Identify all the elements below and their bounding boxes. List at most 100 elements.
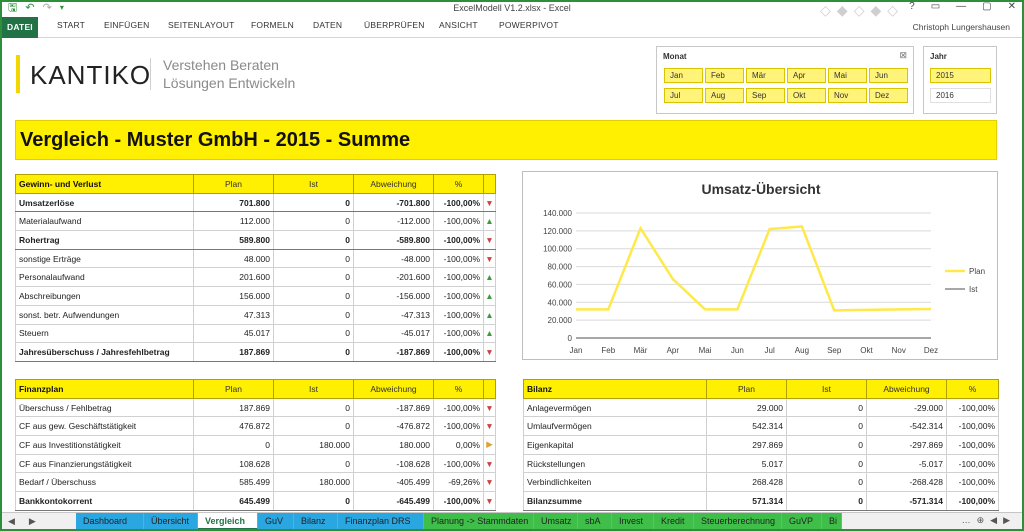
plan-cell[interactable]: 571.314 — [706, 491, 787, 511]
ist-cell[interactable]: 0 — [273, 397, 354, 418]
ist-cell[interactable]: 0 — [273, 453, 354, 474]
pct-cell[interactable]: -100,00% — [946, 491, 999, 511]
month-button-dez[interactable]: Dez — [869, 88, 908, 103]
row-label[interactable]: Bankkontokorrent — [15, 491, 194, 511]
plan-cell[interactable]: 297.869 — [706, 435, 787, 455]
row-label[interactable]: Umsatzerlöse — [15, 192, 194, 213]
pct-cell[interactable]: -100,00% — [433, 342, 484, 362]
plan-cell[interactable]: 476.872 — [193, 416, 274, 437]
plan-cell[interactable]: 585.499 — [193, 472, 274, 493]
plan-cell[interactable]: 542.314 — [706, 416, 787, 437]
ist-cell[interactable]: 0 — [273, 416, 354, 437]
pct-cell[interactable]: -69,26% — [433, 472, 484, 493]
sheet-tab[interactable]: Planung -> Stammdaten — [424, 513, 534, 530]
ist-cell[interactable]: 0 — [786, 491, 867, 511]
abweichung-cell[interactable]: -542.314 — [866, 416, 947, 437]
row-label[interactable]: sonst. betr. Aufwendungen — [15, 304, 194, 325]
ist-cell[interactable]: 0 — [273, 304, 354, 325]
abweichung-cell[interactable]: -156.000 — [353, 286, 434, 306]
tab-seitenlayout[interactable]: SEITENLAYOUT — [168, 20, 234, 30]
row-label[interactable]: Überschuss / Fehlbetrag — [15, 397, 194, 418]
tab-datei[interactable]: DATEI — [2, 17, 38, 38]
row-label[interactable]: Anlagevermögen — [523, 397, 707, 418]
pct-cell[interactable]: -100,00% — [433, 248, 484, 269]
abweichung-cell[interactable]: -268.428 — [866, 472, 947, 493]
month-button-feb[interactable]: Feb — [705, 68, 744, 83]
plan-cell[interactable]: 268.428 — [706, 472, 787, 493]
scroll-right-icon[interactable]: ▶ — [1003, 515, 1016, 525]
sheet-tab[interactable]: Vergleich — [198, 513, 258, 530]
pct-cell[interactable]: -100,00% — [946, 453, 999, 474]
pct-cell[interactable]: -100,00% — [433, 453, 484, 474]
abweichung-cell[interactable]: -297.869 — [866, 435, 947, 455]
plan-cell[interactable]: 108.628 — [193, 453, 274, 474]
month-button-apr[interactable]: Apr — [787, 68, 826, 83]
pct-cell[interactable]: -100,00% — [946, 472, 999, 493]
abweichung-cell[interactable]: -45.017 — [353, 323, 434, 344]
abweichung-cell[interactable]: -645.499 — [353, 491, 434, 511]
sheet-tab[interactable]: Kredit — [654, 513, 694, 530]
sheet-tab[interactable]: GuVP — [782, 513, 822, 530]
abweichung-cell[interactable]: -5.017 — [866, 453, 947, 474]
ist-cell[interactable]: 0 — [273, 267, 354, 288]
plan-cell[interactable]: 589.800 — [193, 230, 274, 250]
sheet-tab[interactable]: Dashboard — [76, 513, 144, 530]
abweichung-cell[interactable]: -48.000 — [353, 248, 434, 269]
ist-cell[interactable]: 0 — [273, 211, 354, 232]
pct-cell[interactable]: -100,00% — [433, 323, 484, 344]
tab-ueberpruefen[interactable]: ÜBERPRÜFEN — [364, 20, 425, 30]
tab-ansicht[interactable]: ANSICHT — [439, 20, 478, 30]
abweichung-cell[interactable]: -29.000 — [866, 397, 947, 418]
pct-cell[interactable]: 0,00% — [433, 435, 484, 455]
plan-cell[interactable]: 112.000 — [193, 211, 274, 232]
abweichung-cell[interactable]: -571.314 — [866, 491, 947, 511]
abweichung-cell[interactable]: -701.800 — [353, 192, 434, 213]
pct-cell[interactable]: -100,00% — [433, 286, 484, 306]
ist-cell[interactable]: 0 — [273, 192, 354, 213]
month-button-nov[interactable]: Nov — [828, 88, 867, 103]
tab-formeln[interactable]: FORMELN — [251, 20, 294, 30]
pct-cell[interactable]: -100,00% — [946, 435, 999, 455]
row-label[interactable]: Rohertrag — [15, 230, 194, 250]
pct-cell[interactable]: -100,00% — [433, 304, 484, 325]
row-label[interactable]: sonstige Erträge — [15, 248, 194, 269]
abweichung-cell[interactable]: -108.628 — [353, 453, 434, 474]
tab-daten[interactable]: DATEN — [313, 20, 342, 30]
month-button-okt[interactable]: Okt — [787, 88, 826, 103]
pct-cell[interactable]: -100,00% — [433, 416, 484, 437]
sheet-tab[interactable]: GuV — [258, 513, 294, 530]
tab-scroll-right-icon[interactable]: ▶ — [29, 516, 50, 526]
row-label[interactable]: Steuern — [15, 323, 194, 344]
ist-cell[interactable]: 0 — [273, 342, 354, 362]
minimize-icon[interactable]: — — [956, 1, 966, 12]
ist-cell[interactable]: 0 — [786, 453, 867, 474]
ist-cell[interactable]: 0 — [273, 491, 354, 511]
month-button-sep[interactable]: Sep — [746, 88, 785, 103]
abweichung-cell[interactable]: -187.869 — [353, 342, 434, 362]
tab-scroll-left-icon[interactable]: ◀ — [8, 516, 29, 526]
row-label[interactable]: CF aus Investitionstätigkeit — [15, 435, 194, 455]
row-label[interactable]: Materialaufwand — [15, 211, 194, 232]
row-label[interactable]: CF aus gew. Geschäftstätigkeit — [15, 416, 194, 437]
abweichung-cell[interactable]: -201.600 — [353, 267, 434, 288]
close-icon[interactable]: ✕ — [1008, 1, 1016, 12]
plan-cell[interactable]: 45.017 — [193, 323, 274, 344]
user-name[interactable]: Christoph Lungershausen — [913, 22, 1010, 32]
abweichung-cell[interactable]: 180.000 — [353, 435, 434, 455]
row-label[interactable]: Eigenkapital — [523, 435, 707, 455]
new-sheet-icon[interactable]: ⊕ — [977, 515, 991, 525]
row-label[interactable]: Verbindlichkeiten — [523, 472, 707, 493]
row-label[interactable]: CF aus Finanzierungstätigkeit — [15, 453, 194, 474]
more-sheets-icon[interactable]: … — [962, 515, 977, 525]
pct-cell[interactable]: -100,00% — [433, 267, 484, 288]
plan-cell[interactable]: 47.313 — [193, 304, 274, 325]
plan-cell[interactable]: 187.869 — [193, 342, 274, 362]
tab-einfuegen[interactable]: EINFÜGEN — [104, 20, 150, 30]
tab-powerpivot[interactable]: POWERPIVOT — [499, 20, 559, 30]
plan-cell[interactable]: 48.000 — [193, 248, 274, 269]
ist-cell[interactable]: 0 — [786, 397, 867, 418]
ist-cell[interactable]: 0 — [273, 248, 354, 269]
plan-cell[interactable]: 29.000 — [706, 397, 787, 418]
revenue-chart[interactable]: Umsatz-Übersicht 0 20.000 40.000 60.000 80.00… — [522, 171, 998, 360]
plan-cell[interactable]: 187.869 — [193, 397, 274, 418]
